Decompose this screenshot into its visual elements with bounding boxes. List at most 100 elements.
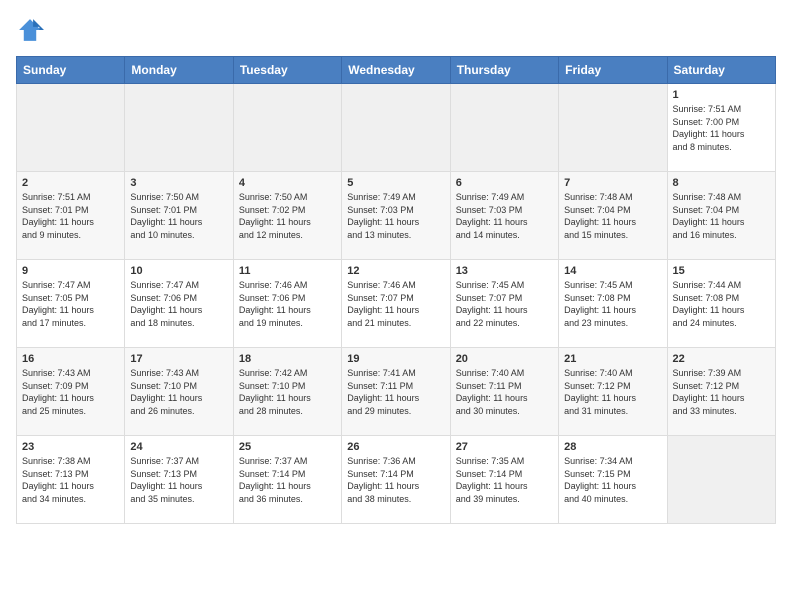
calendar-cell: [342, 84, 450, 172]
weekday-header: Thursday: [450, 57, 558, 84]
day-number: 12: [347, 265, 444, 277]
day-info: Sunrise: 7:51 AM Sunset: 7:00 PM Dayligh…: [673, 103, 770, 153]
calendar-week-row: 2 Sunrise: 7:51 AM Sunset: 7:01 PM Daylig…: [17, 172, 776, 260]
day-number: 1: [673, 89, 770, 101]
day-number: 9: [22, 265, 119, 277]
weekday-header: Friday: [559, 57, 667, 84]
calendar-cell: 1 Sunrise: 7:51 AM Sunset: 7:00 PM Daylig…: [667, 84, 775, 172]
calendar-cell: 19 Sunrise: 7:41 AM Sunset: 7:11 PM Dayli…: [342, 348, 450, 436]
calendar-cell: 27 Sunrise: 7:35 AM Sunset: 7:14 PM Dayli…: [450, 436, 558, 524]
day-number: 25: [239, 441, 336, 453]
calendar-week-row: 16 Sunrise: 7:43 AM Sunset: 7:09 PM Dayli…: [17, 348, 776, 436]
day-info: Sunrise: 7:40 AM Sunset: 7:12 PM Dayligh…: [564, 367, 661, 417]
day-info: Sunrise: 7:47 AM Sunset: 7:06 PM Dayligh…: [130, 279, 227, 329]
day-info: Sunrise: 7:49 AM Sunset: 7:03 PM Dayligh…: [347, 191, 444, 241]
calendar-cell: 24 Sunrise: 7:37 AM Sunset: 7:13 PM Dayli…: [125, 436, 233, 524]
day-info: Sunrise: 7:44 AM Sunset: 7:08 PM Dayligh…: [673, 279, 770, 329]
day-number: 26: [347, 441, 444, 453]
calendar-cell: 11 Sunrise: 7:46 AM Sunset: 7:06 PM Dayli…: [233, 260, 341, 348]
day-number: 8: [673, 177, 770, 189]
day-number: 27: [456, 441, 553, 453]
day-info: Sunrise: 7:37 AM Sunset: 7:14 PM Dayligh…: [239, 455, 336, 505]
calendar-cell: 28Sunrise: 7:34 AM Sunset: 7:15 PM Dayli…: [559, 436, 667, 524]
calendar-cell: 8 Sunrise: 7:48 AM Sunset: 7:04 PM Daylig…: [667, 172, 775, 260]
day-info: Sunrise: 7:42 AM Sunset: 7:10 PM Dayligh…: [239, 367, 336, 417]
weekday-header: Wednesday: [342, 57, 450, 84]
calendar-cell: [233, 84, 341, 172]
calendar-cell: 18 Sunrise: 7:42 AM Sunset: 7:10 PM Dayli…: [233, 348, 341, 436]
calendar-cell: 25 Sunrise: 7:37 AM Sunset: 7:14 PM Dayli…: [233, 436, 341, 524]
day-number: 5: [347, 177, 444, 189]
calendar-cell: 22 Sunrise: 7:39 AM Sunset: 7:12 PM Dayli…: [667, 348, 775, 436]
calendar-cell: 3Sunrise: 7:50 AM Sunset: 7:01 PM Daylig…: [125, 172, 233, 260]
calendar-body: 1 Sunrise: 7:51 AM Sunset: 7:00 PM Daylig…: [17, 84, 776, 524]
weekday-header-row: SundayMondayTuesdayWednesdayThursdayFrid…: [17, 57, 776, 84]
day-info: Sunrise: 7:51 AM Sunset: 7:01 PM Dayligh…: [22, 191, 119, 241]
calendar-cell: 4 Sunrise: 7:50 AM Sunset: 7:02 PM Daylig…: [233, 172, 341, 260]
day-info: Sunrise: 7:48 AM Sunset: 7:04 PM Dayligh…: [564, 191, 661, 241]
day-number: 4: [239, 177, 336, 189]
calendar-week-row: 23 Sunrise: 7:38 AM Sunset: 7:13 PM Dayli…: [17, 436, 776, 524]
calendar-cell: 23 Sunrise: 7:38 AM Sunset: 7:13 PM Dayli…: [17, 436, 125, 524]
day-info: Sunrise: 7:36 AM Sunset: 7:14 PM Dayligh…: [347, 455, 444, 505]
day-number: 14: [564, 265, 661, 277]
calendar-cell: 14Sunrise: 7:45 AM Sunset: 7:08 PM Dayli…: [559, 260, 667, 348]
day-number: 13: [456, 265, 553, 277]
day-info: Sunrise: 7:46 AM Sunset: 7:06 PM Dayligh…: [239, 279, 336, 329]
day-number: 10: [130, 265, 227, 277]
calendar-cell: 9 Sunrise: 7:47 AM Sunset: 7:05 PM Daylig…: [17, 260, 125, 348]
day-info: Sunrise: 7:38 AM Sunset: 7:13 PM Dayligh…: [22, 455, 119, 505]
calendar-cell: [17, 84, 125, 172]
day-number: 19: [347, 353, 444, 365]
calendar-cell: 5 Sunrise: 7:49 AM Sunset: 7:03 PM Daylig…: [342, 172, 450, 260]
calendar-cell: [667, 436, 775, 524]
day-info: Sunrise: 7:47 AM Sunset: 7:05 PM Dayligh…: [22, 279, 119, 329]
calendar-cell: 6 Sunrise: 7:49 AM Sunset: 7:03 PM Daylig…: [450, 172, 558, 260]
day-number: 2: [22, 177, 119, 189]
calendar-cell: 10 Sunrise: 7:47 AM Sunset: 7:06 PM Dayli…: [125, 260, 233, 348]
day-info: Sunrise: 7:34 AM Sunset: 7:15 PM Dayligh…: [564, 455, 661, 505]
calendar-cell: [450, 84, 558, 172]
calendar-cell: [125, 84, 233, 172]
weekday-header: Sunday: [17, 57, 125, 84]
day-number: 21: [564, 353, 661, 365]
day-info: Sunrise: 7:39 AM Sunset: 7:12 PM Dayligh…: [673, 367, 770, 417]
day-number: 7: [564, 177, 661, 189]
day-info: Sunrise: 7:48 AM Sunset: 7:04 PM Dayligh…: [673, 191, 770, 241]
calendar-cell: 21 Sunrise: 7:40 AM Sunset: 7:12 PM Dayli…: [559, 348, 667, 436]
day-number: 3: [130, 177, 227, 189]
day-number: 22: [673, 353, 770, 365]
calendar-cell: 15 Sunrise: 7:44 AM Sunset: 7:08 PM Dayli…: [667, 260, 775, 348]
calendar-cell: 17 Sunrise: 7:43 AM Sunset: 7:10 PM Dayli…: [125, 348, 233, 436]
calendar-cell: 20Sunrise: 7:40 AM Sunset: 7:11 PM Dayli…: [450, 348, 558, 436]
calendar-cell: 2 Sunrise: 7:51 AM Sunset: 7:01 PM Daylig…: [17, 172, 125, 260]
day-number: 17: [130, 353, 227, 365]
calendar-cell: 7 Sunrise: 7:48 AM Sunset: 7:04 PM Daylig…: [559, 172, 667, 260]
day-number: 11: [239, 265, 336, 277]
day-info: Sunrise: 7:50 AM Sunset: 7:02 PM Dayligh…: [239, 191, 336, 241]
calendar-week-row: 1 Sunrise: 7:51 AM Sunset: 7:00 PM Daylig…: [17, 84, 776, 172]
calendar-table: SundayMondayTuesdayWednesdayThursdayFrid…: [16, 56, 776, 524]
weekday-header: Saturday: [667, 57, 775, 84]
day-number: 15: [673, 265, 770, 277]
logo: [16, 16, 48, 44]
day-info: Sunrise: 7:35 AM Sunset: 7:14 PM Dayligh…: [456, 455, 553, 505]
day-info: Sunrise: 7:43 AM Sunset: 7:09 PM Dayligh…: [22, 367, 119, 417]
day-number: 23: [22, 441, 119, 453]
day-info: Sunrise: 7:46 AM Sunset: 7:07 PM Dayligh…: [347, 279, 444, 329]
day-number: 18: [239, 353, 336, 365]
calendar-cell: 16 Sunrise: 7:43 AM Sunset: 7:09 PM Dayli…: [17, 348, 125, 436]
day-info: Sunrise: 7:40 AM Sunset: 7:11 PM Dayligh…: [456, 367, 553, 417]
day-number: 24: [130, 441, 227, 453]
day-info: Sunrise: 7:41 AM Sunset: 7:11 PM Dayligh…: [347, 367, 444, 417]
day-info: Sunrise: 7:49 AM Sunset: 7:03 PM Dayligh…: [456, 191, 553, 241]
calendar-header: SundayMondayTuesdayWednesdayThursdayFrid…: [17, 57, 776, 84]
day-number: 6: [456, 177, 553, 189]
calendar-week-row: 9 Sunrise: 7:47 AM Sunset: 7:05 PM Daylig…: [17, 260, 776, 348]
calendar-cell: 26 Sunrise: 7:36 AM Sunset: 7:14 PM Dayli…: [342, 436, 450, 524]
day-number: 16: [22, 353, 119, 365]
calendar-cell: 12 Sunrise: 7:46 AM Sunset: 7:07 PM Dayli…: [342, 260, 450, 348]
weekday-header: Tuesday: [233, 57, 341, 84]
day-info: Sunrise: 7:37 AM Sunset: 7:13 PM Dayligh…: [130, 455, 227, 505]
day-info: Sunrise: 7:43 AM Sunset: 7:10 PM Dayligh…: [130, 367, 227, 417]
